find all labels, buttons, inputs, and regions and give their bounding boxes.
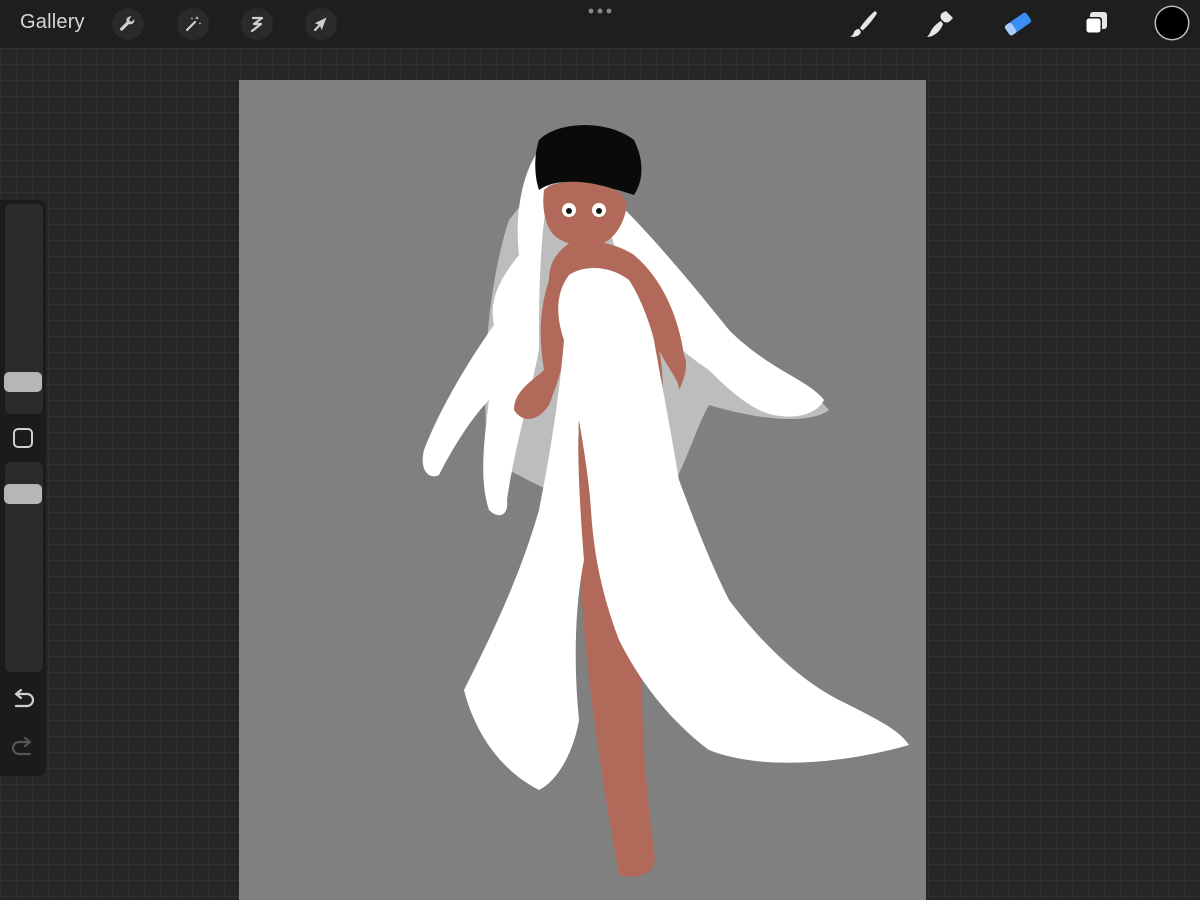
undo-icon[interactable] [10, 688, 36, 710]
color-picker-button[interactable] [1156, 7, 1188, 39]
selection-icon[interactable] [241, 8, 273, 40]
wrench-icon[interactable] [112, 8, 144, 40]
redo-icon[interactable] [10, 736, 36, 758]
canvas-artwork [422, 125, 909, 877]
more-options-icon[interactable] [586, 2, 614, 18]
magic-wand-icon[interactable] [177, 8, 209, 40]
layers-icon[interactable] [1078, 6, 1114, 42]
opacity-thumb[interactable] [4, 484, 42, 504]
gallery-button[interactable]: Gallery [20, 11, 85, 34]
smudge-icon[interactable] [922, 6, 958, 42]
modify-button[interactable] [13, 428, 33, 448]
top-toolbar: Gallery [0, 0, 1200, 48]
brush-size-thumb[interactable] [4, 372, 42, 392]
left-sidebar [0, 200, 46, 776]
brush-icon[interactable] [845, 6, 881, 42]
drawing-canvas[interactable] [239, 80, 926, 900]
transform-arrow-icon[interactable] [305, 8, 337, 40]
eraser-icon[interactable] [1000, 6, 1036, 42]
